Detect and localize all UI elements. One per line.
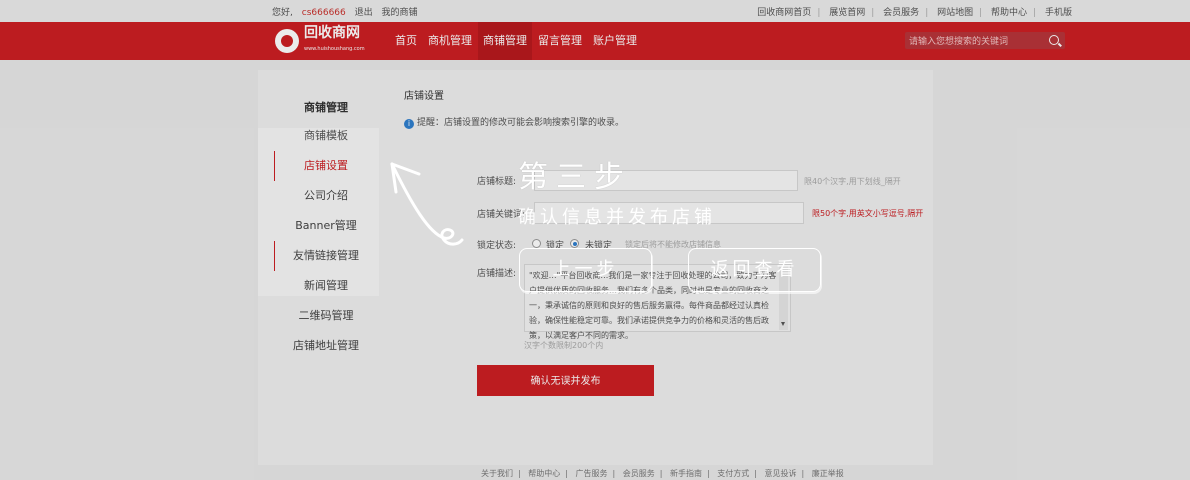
step-description: 确认信息并发布店铺	[518, 207, 716, 228]
step-title: 第三步	[518, 160, 632, 195]
tutorial-arrow-icon	[390, 162, 464, 246]
previous-step-button[interactable]: 上一步	[519, 248, 652, 292]
return-review-button[interactable]: 返回查看	[688, 248, 821, 292]
tutorial-overlay	[0, 0, 1190, 480]
